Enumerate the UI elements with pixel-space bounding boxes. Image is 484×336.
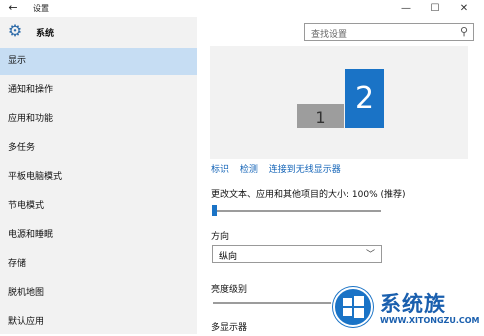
scale-slider-thumb[interactable] bbox=[212, 205, 217, 216]
identify-link[interactable]: 标识 bbox=[211, 165, 229, 175]
search-icon[interactable]: ⚲ bbox=[460, 25, 468, 38]
search-placeholder: 查找设置 bbox=[311, 30, 348, 40]
watermark-text: 系统族 bbox=[380, 292, 446, 316]
orientation-label: 方向 bbox=[211, 232, 230, 242]
sidebar-item-storage[interactable]: 存储 bbox=[0, 251, 197, 278]
sidebar-item-multitasking[interactable]: 多任务 bbox=[0, 135, 197, 162]
sidebar-item-apps[interactable]: 应用和功能 bbox=[0, 106, 197, 133]
sidebar-item-display[interactable]: 显示 bbox=[0, 48, 197, 75]
title-bar: ← 设置 — ☐ ✕ bbox=[0, 0, 484, 17]
sidebar-title: 系统 bbox=[36, 29, 55, 39]
windows-logo-icon bbox=[332, 286, 374, 328]
sidebar-item-default-apps[interactable]: 默认应用 bbox=[0, 309, 197, 336]
detect-link[interactable]: 检测 bbox=[240, 165, 258, 175]
search-input[interactable]: 查找设置 ⚲ bbox=[304, 23, 474, 41]
minimize-button[interactable]: — bbox=[392, 0, 420, 17]
scale-label: 更改文本、应用和其他项目的大小: 100% (推荐) bbox=[211, 190, 406, 200]
sidebar-item-notifications[interactable]: 通知和操作 bbox=[0, 77, 197, 104]
brightness-label: 亮度级别 bbox=[211, 285, 248, 295]
sidebar-header: ⚙ 系统 bbox=[0, 17, 197, 44]
sidebar-item-tablet-mode[interactable]: 平板电脑模式 bbox=[0, 164, 197, 191]
watermark-url: WWW.XITONGZU.COM bbox=[380, 316, 480, 325]
sidebar-item-offline-maps[interactable]: 脱机地图 bbox=[0, 280, 197, 307]
multi-display-label: 多显示器 bbox=[211, 323, 248, 333]
monitor-1[interactable]: 1 bbox=[297, 104, 344, 128]
brightness-slider-track[interactable] bbox=[213, 302, 331, 304]
window-title: 设置 bbox=[33, 4, 49, 13]
gear-icon: ⚙ bbox=[7, 21, 23, 40]
maximize-button[interactable]: ☐ bbox=[421, 0, 449, 17]
sidebar: ⚙ 系统 显示 通知和操作 应用和功能 多任务 平板电脑模式 节电模式 电源和睡… bbox=[0, 17, 197, 334]
back-arrow-icon[interactable]: ← bbox=[6, 1, 20, 15]
chevron-down-icon: ﹀ bbox=[365, 250, 375, 260]
display-preview bbox=[210, 46, 468, 159]
orientation-select[interactable]: 纵向 ﹀ bbox=[212, 245, 382, 263]
monitor-2[interactable]: 2 bbox=[345, 69, 384, 128]
display-links: 标识 检测 连接到无线显示器 bbox=[211, 162, 349, 175]
orientation-value: 纵向 bbox=[219, 252, 238, 262]
connect-wireless-display-link[interactable]: 连接到无线显示器 bbox=[269, 165, 341, 175]
scale-slider-track[interactable] bbox=[213, 210, 381, 212]
sidebar-item-battery-saver[interactable]: 节电模式 bbox=[0, 193, 197, 220]
sidebar-item-power-sleep[interactable]: 电源和睡眠 bbox=[0, 222, 197, 249]
close-button[interactable]: ✕ bbox=[450, 0, 478, 17]
